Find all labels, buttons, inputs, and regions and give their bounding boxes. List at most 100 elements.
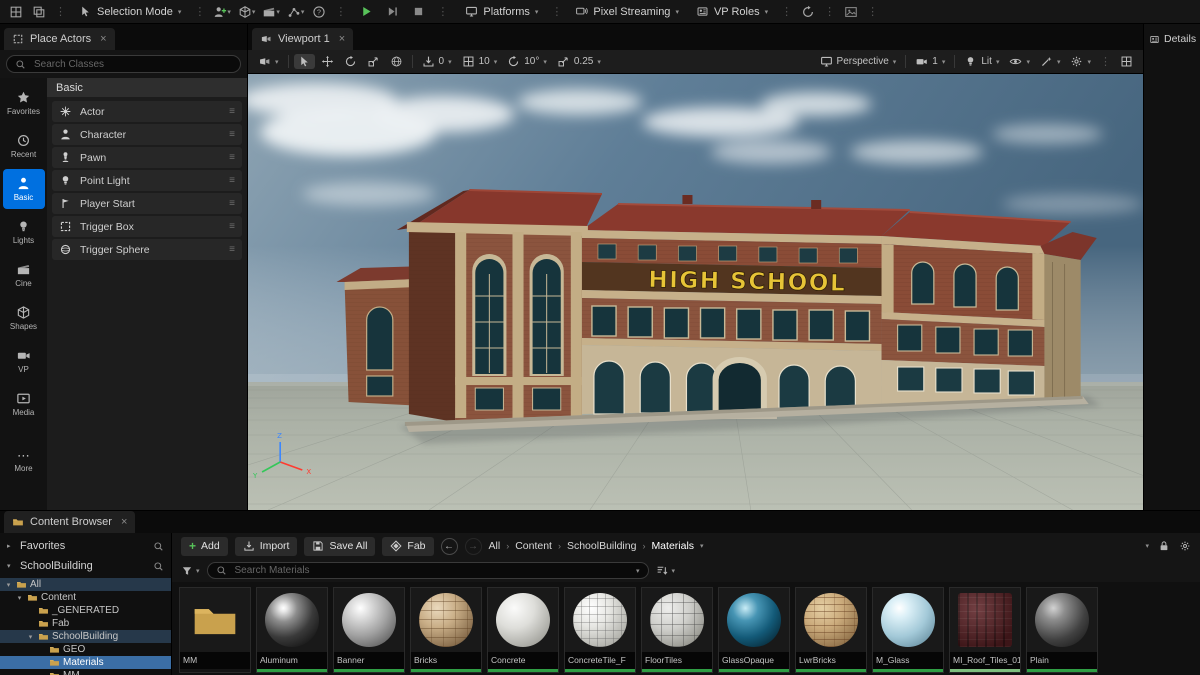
actor-list-item-pawn[interactable]: Pawn ≡: [52, 147, 242, 168]
asset-tile-concrete[interactable]: Concrete: [487, 587, 559, 673]
show-flags-button[interactable]: ▾: [1005, 54, 1034, 69]
search-classes-input[interactable]: [32, 57, 232, 71]
perspective-dropdown[interactable]: Perspective ▾: [816, 54, 901, 69]
collection-section[interactable]: ▾ SchoolBuilding: [0, 556, 171, 576]
tab-place-actors[interactable]: Place Actors ×: [4, 28, 115, 50]
asset-tile-concretetile-f[interactable]: ConcreteTile_F: [564, 587, 636, 673]
favorites-section[interactable]: ▸ Favorites: [0, 536, 171, 556]
asset-tile-bricks[interactable]: Bricks: [410, 587, 482, 673]
search-classes-box[interactable]: [6, 55, 241, 73]
sidebar-item-basic[interactable]: Basic: [2, 169, 45, 209]
kebab-icon[interactable]: ⋮: [1100, 55, 1111, 68]
scale-snap-button[interactable]: 0.25 ▾: [553, 54, 605, 69]
breadcrumb-item-content[interactable]: Content: [515, 540, 552, 552]
tree-item-all[interactable]: ▾ All: [0, 578, 171, 591]
saved-search-caret-icon[interactable]: ▾: [636, 567, 640, 575]
viewport-settings-button[interactable]: ▾: [1066, 54, 1095, 69]
viewport-3d-area[interactable]: HIGH SCHOOL Z X Y: [248, 74, 1143, 510]
play-button[interactable]: [356, 2, 376, 21]
surface-snap-button[interactable]: 0 ▾: [418, 54, 456, 69]
search-icon[interactable]: [153, 541, 164, 552]
layers-icon[interactable]: [29, 2, 49, 21]
actor-list-item-point-light[interactable]: Point Light ≡: [52, 170, 242, 191]
tree-item-content[interactable]: ▾ Content: [0, 591, 171, 604]
grid-snap-button[interactable]: 10 ▾: [458, 54, 502, 69]
filter-button[interactable]: ▾: [181, 565, 200, 577]
viewport-3d-scene[interactable]: HIGH SCHOOL Z X Y: [248, 74, 1143, 510]
path-caret-icon[interactable]: ▾: [700, 542, 704, 550]
asset-tile-banner[interactable]: Banner: [333, 587, 405, 673]
asset-tile-m-glass[interactable]: M_Glass: [872, 587, 944, 673]
camera-speed-button[interactable]: 1 ▾: [911, 54, 949, 69]
expander-icon[interactable]: ▾: [15, 594, 24, 602]
breadcrumb-item-all[interactable]: All: [489, 540, 501, 552]
lock-icon[interactable]: [1158, 540, 1170, 552]
asset-tile-mm[interactable]: MM: [179, 587, 251, 673]
layout-button[interactable]: [1116, 54, 1137, 69]
expander-icon[interactable]: ▾: [26, 633, 35, 641]
tree-item-materials[interactable]: Materials: [0, 656, 171, 669]
actor-list-item-trigger-sphere[interactable]: Trigger Sphere ≡: [52, 239, 242, 260]
stop-button[interactable]: [408, 2, 428, 21]
tab-content-browser[interactable]: Content Browser ×: [4, 511, 136, 533]
view-mode-dropdown[interactable]: Lit ▾: [960, 54, 1003, 69]
rotation-snap-button[interactable]: 10° ▾: [503, 54, 551, 69]
selection-mode-dropdown[interactable]: Selection Mode ▾: [72, 3, 188, 20]
search-icon[interactable]: [153, 561, 164, 572]
frame-skip-button[interactable]: [382, 2, 402, 21]
sidebar-item-vp[interactable]: VP: [3, 341, 45, 381]
sidebar-item-recent[interactable]: Recent: [3, 126, 45, 166]
platforms-dropdown[interactable]: Platforms ▾: [458, 3, 545, 20]
sequencer-button[interactable]: ▾: [285, 2, 307, 21]
blueprints-button[interactable]: ▾: [236, 2, 258, 21]
import-button[interactable]: Import: [234, 536, 298, 556]
search-materials-input[interactable]: [232, 564, 630, 577]
move-tool-button[interactable]: [317, 54, 338, 69]
scale-tool-button[interactable]: [363, 54, 384, 69]
sidebar-item-shapes[interactable]: Shapes: [3, 298, 45, 338]
actor-list-item-trigger-box[interactable]: Trigger Box ≡: [52, 216, 242, 237]
select-tool-button[interactable]: [293, 54, 315, 69]
tree-item-generated[interactable]: _GENERATED: [0, 604, 171, 617]
sidebar-item-media[interactable]: Media: [3, 384, 45, 424]
breadcrumb-item-schoolbuilding[interactable]: SchoolBuilding: [567, 540, 636, 552]
actor-list-item-character[interactable]: Character ≡: [52, 124, 242, 145]
sidebar-item-cine[interactable]: Cine: [3, 255, 45, 295]
forward-button[interactable]: →: [464, 537, 482, 555]
close-icon[interactable]: ×: [121, 516, 127, 528]
search-materials-box[interactable]: ▾: [206, 562, 649, 579]
save-all-button[interactable]: Save All: [304, 536, 376, 556]
asset-tile-mi-roof-tiles-01[interactable]: MI_Roof_Tiles_01: [949, 587, 1021, 673]
fab-button[interactable]: Fab: [382, 536, 434, 556]
asset-tile-lwrbricks[interactable]: LwrBricks: [795, 587, 867, 673]
asset-tile-glassopaque[interactable]: GlassOpaque: [718, 587, 790, 673]
tab-viewport-1[interactable]: Viewport 1 ×: [252, 28, 354, 50]
actor-list-item-player-start[interactable]: Player Start ≡: [52, 193, 242, 214]
close-icon[interactable]: ×: [339, 33, 345, 45]
breadcrumb-item-materials[interactable]: Materials: [651, 540, 694, 552]
panel-expand-icon[interactable]: ▾: [1145, 542, 1149, 550]
rotate-tool-button[interactable]: [340, 54, 361, 69]
expander-icon[interactable]: ▸: [7, 542, 15, 550]
tree-item-fab[interactable]: Fab: [0, 617, 171, 630]
close-icon[interactable]: ×: [100, 33, 106, 45]
sidebar-item-favorites[interactable]: Favorites: [3, 83, 45, 123]
coordinate-system-button[interactable]: [386, 54, 407, 69]
expander-icon[interactable]: ▾: [4, 581, 13, 589]
asset-tile-plain[interactable]: Plain: [1026, 587, 1098, 673]
pixel-streaming-dropdown[interactable]: Pixel Streaming ▾: [568, 3, 686, 20]
sync-icon[interactable]: [798, 2, 818, 21]
tree-item-mm[interactable]: MM: [0, 669, 171, 675]
vp-roles-dropdown[interactable]: VP Roles ▾: [689, 3, 775, 20]
sort-button[interactable]: ▾: [656, 564, 675, 577]
screenshot-icon[interactable]: [841, 2, 861, 21]
back-button[interactable]: ←: [440, 537, 458, 555]
viewport-options-button[interactable]: ▾: [254, 54, 283, 69]
cinematics-button[interactable]: ▾: [260, 2, 282, 21]
settings-gear-icon[interactable]: [1179, 540, 1191, 552]
tab-details[interactable]: Details: [1144, 33, 1200, 45]
help-button[interactable]: ?: [309, 2, 329, 21]
actor-list-item-actor[interactable]: Actor ≡: [52, 101, 242, 122]
expander-icon[interactable]: ▾: [7, 562, 15, 570]
app-menu-icon[interactable]: [6, 2, 26, 21]
